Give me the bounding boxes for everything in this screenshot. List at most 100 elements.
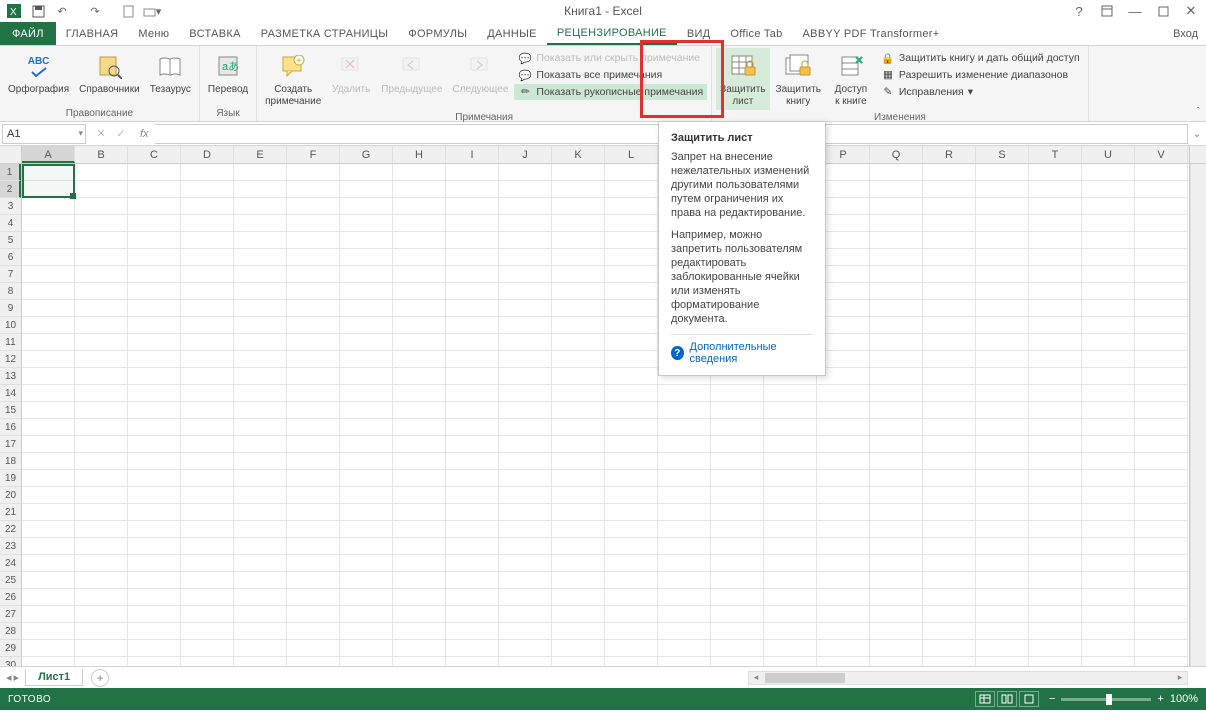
row-header[interactable]: 20 — [0, 487, 21, 504]
cell[interactable] — [393, 521, 446, 538]
cell[interactable] — [923, 470, 976, 487]
cell[interactable] — [817, 453, 870, 470]
cell[interactable] — [128, 436, 181, 453]
zoom-in-button[interactable]: + — [1157, 693, 1163, 705]
cell[interactable] — [393, 283, 446, 300]
cell[interactable] — [181, 249, 234, 266]
column-header[interactable]: V — [1135, 146, 1188, 163]
cell[interactable] — [552, 232, 605, 249]
cell[interactable] — [923, 249, 976, 266]
cell[interactable] — [446, 368, 499, 385]
cell[interactable] — [1135, 334, 1188, 351]
cell[interactable] — [234, 266, 287, 283]
cell[interactable] — [234, 436, 287, 453]
cell[interactable] — [1029, 538, 1082, 555]
cell[interactable] — [1135, 215, 1188, 232]
cell[interactable] — [340, 198, 393, 215]
cell[interactable] — [870, 640, 923, 657]
cell[interactable] — [870, 623, 923, 640]
cell[interactable] — [658, 470, 711, 487]
cell[interactable] — [499, 164, 552, 181]
cell[interactable] — [446, 181, 499, 198]
cell[interactable] — [1135, 402, 1188, 419]
cell[interactable] — [234, 181, 287, 198]
row-header[interactable]: 5 — [0, 232, 21, 249]
cell[interactable] — [22, 351, 75, 368]
cell[interactable] — [1135, 623, 1188, 640]
cell[interactable] — [499, 419, 552, 436]
cell[interactable] — [393, 572, 446, 589]
cell[interactable] — [22, 436, 75, 453]
cell[interactable] — [1082, 640, 1135, 657]
cell[interactable] — [1135, 164, 1188, 181]
cell[interactable] — [711, 453, 764, 470]
cell[interactable] — [711, 606, 764, 623]
cell[interactable] — [181, 640, 234, 657]
cell[interactable] — [181, 487, 234, 504]
cell[interactable] — [499, 266, 552, 283]
cell[interactable] — [340, 504, 393, 521]
cell[interactable] — [1029, 232, 1082, 249]
cell[interactable] — [128, 504, 181, 521]
cell[interactable] — [234, 232, 287, 249]
cell[interactable] — [923, 589, 976, 606]
sheet-tab[interactable]: Лист1 — [25, 669, 83, 686]
cell[interactable] — [446, 300, 499, 317]
cell[interactable] — [605, 572, 658, 589]
tab-menu[interactable]: Меню — [128, 22, 179, 45]
show-all-comments-button[interactable]: 💬Показать все примечания — [514, 67, 707, 83]
cell[interactable] — [1082, 470, 1135, 487]
row-header[interactable]: 17 — [0, 436, 21, 453]
cell[interactable] — [976, 164, 1029, 181]
cell[interactable] — [817, 487, 870, 504]
cell[interactable] — [711, 419, 764, 436]
cell[interactable] — [605, 249, 658, 266]
cell[interactable] — [605, 164, 658, 181]
cell[interactable] — [446, 521, 499, 538]
cell[interactable] — [234, 249, 287, 266]
cell[interactable] — [499, 385, 552, 402]
row-header[interactable]: 13 — [0, 368, 21, 385]
cell[interactable] — [817, 504, 870, 521]
cell[interactable] — [1029, 453, 1082, 470]
allow-ranges-button[interactable]: ▦Разрешить изменение диапазонов — [877, 67, 1084, 83]
cell[interactable] — [605, 385, 658, 402]
cell[interactable] — [870, 504, 923, 521]
cell[interactable] — [75, 232, 128, 249]
cell[interactable] — [870, 300, 923, 317]
row-header[interactable]: 11 — [0, 334, 21, 351]
cell[interactable] — [1029, 385, 1082, 402]
tab-pagelayout[interactable]: РАЗМЕТКА СТРАНИЦЫ — [251, 22, 399, 45]
cell[interactable] — [128, 181, 181, 198]
cell[interactable] — [393, 266, 446, 283]
cell[interactable] — [605, 470, 658, 487]
cell[interactable] — [1082, 623, 1135, 640]
cell[interactable] — [234, 351, 287, 368]
cell[interactable] — [181, 419, 234, 436]
cell[interactable] — [128, 640, 181, 657]
cell[interactable] — [75, 419, 128, 436]
cell[interactable] — [22, 589, 75, 606]
cell[interactable] — [181, 368, 234, 385]
cell[interactable] — [340, 453, 393, 470]
cell[interactable] — [1082, 419, 1135, 436]
collapse-ribbon-icon[interactable]: ˆ — [1196, 106, 1200, 118]
cell[interactable] — [234, 283, 287, 300]
cell[interactable] — [393, 215, 446, 232]
cell[interactable] — [340, 640, 393, 657]
cell[interactable] — [817, 436, 870, 453]
cell[interactable] — [817, 419, 870, 436]
cell[interactable] — [340, 572, 393, 589]
cell[interactable] — [552, 351, 605, 368]
cell[interactable] — [234, 487, 287, 504]
cell[interactable] — [128, 538, 181, 555]
cell[interactable] — [1135, 589, 1188, 606]
open-file-icon[interactable]: ▾ — [142, 1, 162, 21]
cell[interactable] — [75, 300, 128, 317]
cell[interactable] — [181, 521, 234, 538]
cell[interactable] — [923, 351, 976, 368]
cell[interactable] — [605, 623, 658, 640]
cell[interactable] — [393, 419, 446, 436]
cell[interactable] — [287, 521, 340, 538]
cell[interactable] — [75, 368, 128, 385]
